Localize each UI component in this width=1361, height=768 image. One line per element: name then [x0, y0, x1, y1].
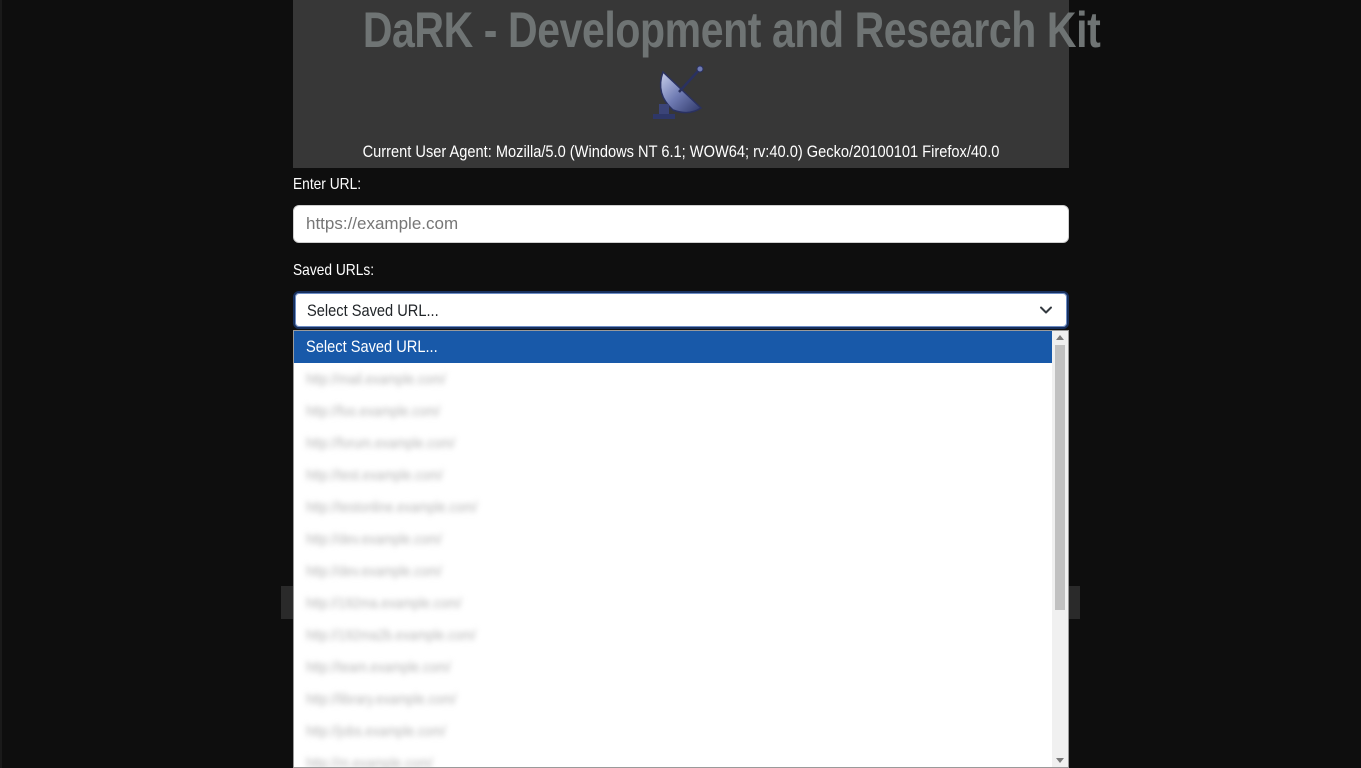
option-label: http://dev.example.com/	[306, 563, 443, 580]
dropdown-option[interactable]: http://forum.example.com/	[294, 427, 1054, 459]
option-label: http://test.example.com/	[306, 467, 443, 484]
dropdown-option[interactable]: http://dev.example.com/	[294, 523, 1054, 555]
dropdown-option[interactable]: http://test.example.com/	[294, 459, 1054, 491]
saved-urls-label: Saved URLs:	[293, 262, 375, 279]
dropdown-option[interactable]: http://dev.example.com/	[294, 555, 1054, 587]
option-label: Select Saved URL...	[306, 337, 438, 356]
scroll-thumb[interactable]	[1055, 345, 1065, 610]
option-label: http://dev.example.com/	[306, 531, 443, 548]
option-label: http://192ma.example.com/	[306, 595, 462, 612]
satellite-dish-icon	[653, 65, 704, 119]
dropdown-option[interactable]: http://192ma.example.com/	[294, 587, 1054, 619]
scroll-down-arrow-icon[interactable]	[1056, 758, 1064, 763]
dropdown-option[interactable]: http://jobs.example.com/	[294, 715, 1054, 747]
dropdown-option[interactable]: http://team.example.com/	[294, 651, 1054, 683]
option-label: http://foo.example.com/	[306, 403, 441, 420]
dropdown-option[interactable]: http://mail.example.com/	[294, 363, 1054, 395]
option-label: http://library.example.com/	[306, 691, 457, 708]
dropdown-option[interactable]: http://m.example.com/	[294, 747, 1054, 768]
option-label: http://forum.example.com/	[306, 435, 456, 452]
dropdown-scrollbar[interactable]	[1052, 331, 1068, 767]
dropdown-option[interactable]: http://192ma2b.example.com/	[294, 619, 1054, 651]
option-label: http://jobs.example.com/	[306, 723, 446, 740]
chevron-down-icon	[1040, 306, 1052, 314]
url-input[interactable]	[293, 205, 1069, 243]
dropdown-option[interactable]: http://testonline.example.com/	[294, 491, 1054, 523]
option-label: http://team.example.com/	[306, 659, 451, 676]
scroll-up-arrow-icon[interactable]	[1056, 335, 1064, 340]
page-title: DaRK - Development and Research Kit	[362, 2, 1101, 58]
dropdown-option[interactable]: Select Saved URL...	[294, 331, 1054, 363]
dropdown-option[interactable]: http://foo.example.com/	[294, 395, 1054, 427]
page-edge	[0, 0, 2, 768]
option-label: http://testonline.example.com/	[306, 499, 478, 516]
saved-urls-dropdown-list[interactable]: Select Saved URL... http://mail.example.…	[293, 330, 1069, 768]
option-label: http://192ma2b.example.com/	[306, 627, 476, 644]
dropdown-option[interactable]: http://library.example.com/	[294, 683, 1054, 715]
user-agent-text: Current User Agent: Mozilla/5.0 (Windows…	[362, 142, 1000, 161]
option-label: http://mail.example.com/	[306, 371, 446, 388]
saved-urls-select[interactable]: Select Saved URL...	[293, 291, 1069, 329]
option-label: http://m.example.com/	[306, 755, 433, 768]
header-banner: DaRK - Development and Research Kit Curr…	[293, 0, 1101, 168]
url-field-label: Enter URL:	[293, 176, 362, 193]
select-value: Select Saved URL...	[307, 301, 439, 320]
